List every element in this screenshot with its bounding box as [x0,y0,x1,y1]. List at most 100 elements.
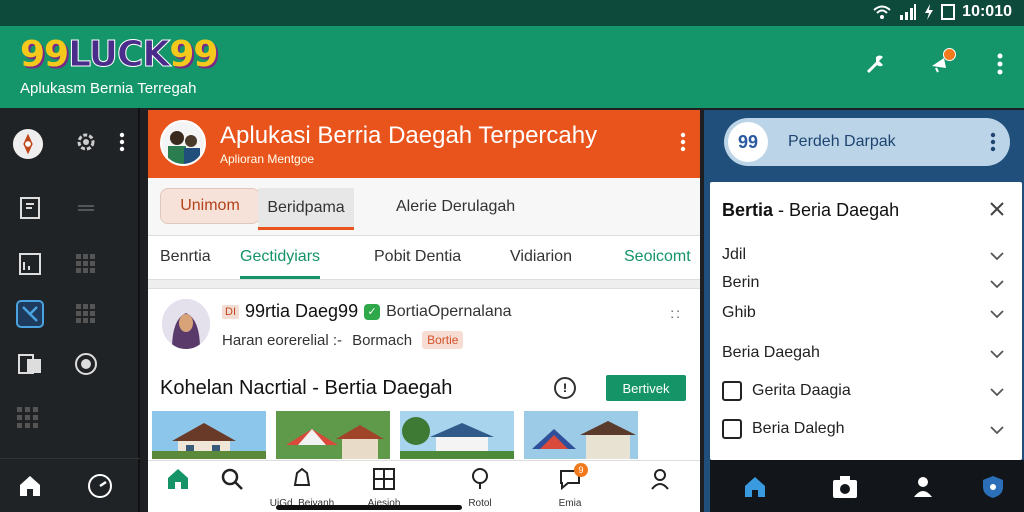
list-icon[interactable] [70,192,102,224]
tab-seoicomt[interactable]: Seoicomt [624,248,691,266]
chat-badge: 9 [574,463,588,477]
card-author: Bormach [352,331,413,349]
user-icon [648,467,672,496]
shuffle-icon[interactable] [14,298,46,330]
app-bar: 99LUCK99 Aplukasm Bernia Terregah [0,26,1024,108]
search-badge: 99 [728,122,768,162]
status-bar: 10:010 [0,0,1024,26]
chevron-down-icon [990,384,1004,402]
search-icon [468,467,492,496]
home-icon [166,467,190,496]
more-icon[interactable] [990,132,996,157]
avatar[interactable] [160,120,206,166]
chevron-down-icon [990,306,1004,324]
right-bottom-nav [710,460,1024,512]
card-headline[interactable]: Kohelan Nacrtial - Bertia Daegah [160,377,452,400]
segment-first[interactable]: Unimom [160,188,260,224]
clock-icon[interactable] [84,470,116,502]
chevron-down-icon [990,346,1004,364]
search-icon [220,467,244,496]
clock-time: 10:010 [962,3,1012,20]
filter-dialog: Bertia - Beria Daegah Jdil Berin Ghib Be… [710,182,1022,460]
signal-icon [899,4,917,20]
search-text[interactable]: Perdeh Darpak [788,133,896,151]
dialog-row[interactable]: Beria Dalegh [722,416,1006,442]
bookmark-icon[interactable] [14,192,46,224]
more-icon[interactable] [106,126,138,158]
camera-icon[interactable] [830,472,860,502]
dialog-row[interactable]: Beria Daegah [722,340,1006,366]
wifi-icon [872,4,892,20]
page-title: Aplukasi Berria Daegah Terpercahy [220,122,598,149]
card-category-pill[interactable]: Bortie [422,331,464,349]
notification-badge [943,48,956,61]
grid-icon[interactable] [12,402,44,434]
settings-icon[interactable] [70,126,102,158]
page-subtitle: Aplioran Mentgoe [220,152,315,166]
more-icon[interactable] [984,48,1016,80]
dialog-title: Bertia - Beria Daegah [722,200,900,220]
tab-vidiarion[interactable]: Vidiarion [510,248,572,266]
tab-bar: Benrtia Gectidyiars Pobit Dentia Vidiari… [148,236,700,280]
home-indicator [276,505,462,510]
battery-icon [941,4,956,20]
dialog-row[interactable]: Ghib [722,300,1006,326]
segment-second[interactable]: Beridpama [258,188,354,230]
right-panel: 99 Perdeh Darpak Bertia - Beria Daegah J… [704,110,1024,512]
more-icon[interactable] [680,132,686,157]
main-pane: Aplukasi Berria Daegah Terpercahy Aplior… [148,110,700,512]
compass-icon[interactable] [12,128,44,160]
dialog-row[interactable]: Jdil [722,242,1006,268]
card-publisher: BortiaOpernalana [386,302,512,320]
map-icon[interactable] [14,348,46,380]
app-logo: 99LUCK99 [20,34,218,76]
chevron-down-icon [990,276,1004,294]
verified-icon: ✓ [364,303,381,320]
pane-header: Aplukasi Berria Daegah Terpercahy Aplior… [148,110,700,178]
tab-pobit-dentia[interactable]: Pobit Dentia [374,248,461,266]
search-bar[interactable]: 99 Perdeh Darpak [724,118,1010,166]
read-button[interactable]: Bertivek [606,375,686,401]
chat-icon: 9 [558,463,588,496]
grid-icon[interactable] [70,248,102,280]
home-icon[interactable] [740,472,770,502]
chevron-down-icon [990,248,1004,266]
avatar[interactable] [162,299,210,349]
card-name[interactable]: 99rtia Daeg99 [245,301,358,322]
charging-icon [924,4,934,20]
segment-bar: Unimom Beridpama Alerie Derulagah [148,178,700,236]
eye-icon[interactable] [70,348,102,380]
chevron-down-icon [990,422,1004,440]
segment-third[interactable]: Alerie Derulagah [396,198,515,216]
thumbnail-pavilion[interactable] [524,411,638,459]
home-icon[interactable] [14,470,46,502]
card-meta-text: Haran eorerelial :- [222,331,343,349]
close-icon[interactable] [988,200,1006,218]
bottom-nav: UiGd. Beiyanh Aiesioh Rotol 9 Emia [148,460,700,512]
card-meta: Haran eorerelial :- Bormach Bortie [222,331,464,349]
info-icon[interactable]: ! [554,377,576,399]
chart-icon[interactable] [14,248,46,280]
card-more-icon[interactable]: :: [670,305,682,321]
thumbnail-tent[interactable] [276,411,390,459]
grid-icon [372,467,396,496]
card-tag: DI [222,304,239,319]
tab-benrtia[interactable]: Benrtia [160,248,211,266]
tool-icon[interactable] [860,48,892,80]
user-icon[interactable] [908,472,938,502]
notification-icon[interactable] [924,48,956,80]
nav-user[interactable] [630,467,690,512]
shield-icon[interactable] [978,472,1008,502]
nav-search[interactable] [202,467,262,512]
grid-icon[interactable] [70,298,102,330]
nav-home[interactable] [148,467,208,512]
thumbnail-village[interactable] [400,411,514,459]
tab-gectidyiars[interactable]: Gectidyiars [240,248,321,279]
dialog-row[interactable]: Gerita Daagia [722,378,1006,404]
nav-chat[interactable]: 9 Emia [540,463,600,512]
card-author-line: DI 99rtia Daeg99 ✓ BortiaOpernalana [222,301,512,322]
dialog-row[interactable]: Berin [722,270,1006,296]
page-icon [722,419,742,439]
thumbnail-house[interactable] [152,411,266,459]
bell-icon [290,467,314,496]
